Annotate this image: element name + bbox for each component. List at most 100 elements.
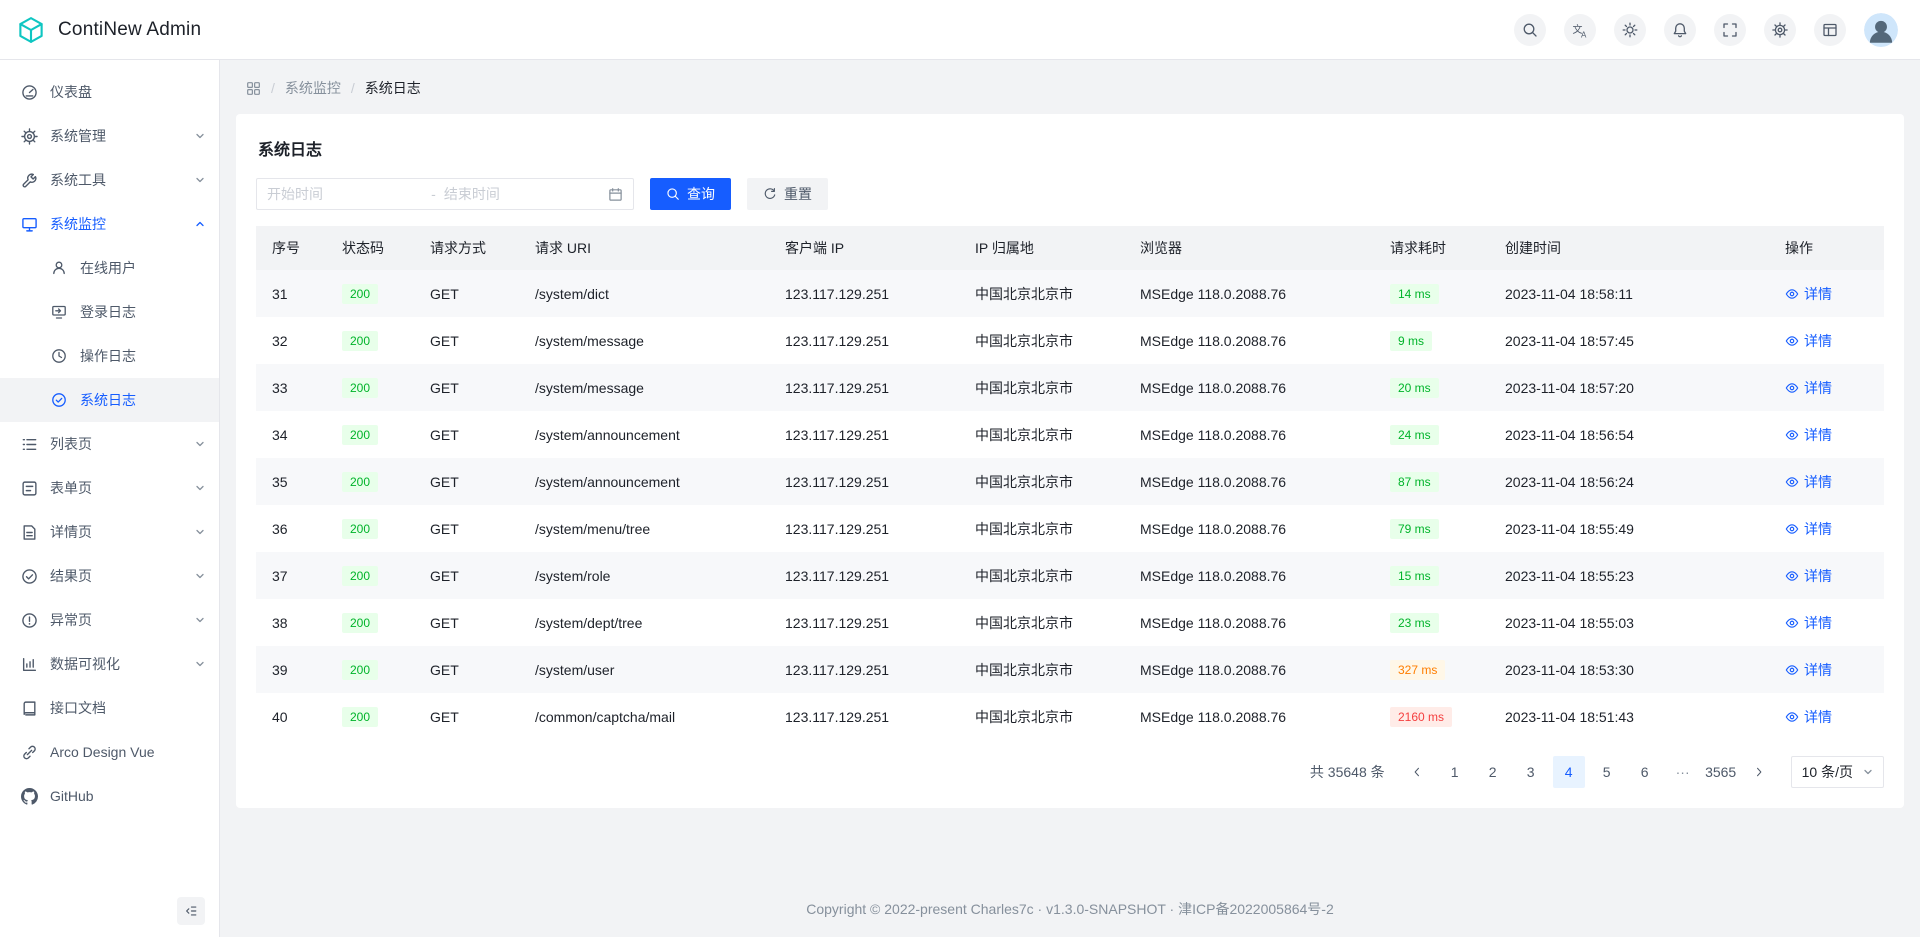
sidebar-item-login-logs[interactable]: 登录日志 [0, 290, 219, 334]
sidebar-item-label: 系统日志 [80, 390, 205, 410]
sidebar-item-list-page[interactable]: 列表页 [0, 422, 219, 466]
theme-toggle-button[interactable] [1614, 14, 1646, 46]
eye-icon [1785, 569, 1799, 583]
sidebar-item-system-logs[interactable]: 系统日志 [0, 378, 219, 422]
sidebar-menu: 仪表盘 系统管理 系统工具 系统监控 在线用户 [0, 70, 219, 818]
sidebar-item-label: 接口文档 [50, 698, 205, 718]
layout-button[interactable] [1814, 14, 1846, 46]
sidebar-item-api-docs[interactable]: 接口文档 [0, 686, 219, 730]
detail-link-label: 详情 [1804, 566, 1832, 586]
cell-uri: /system/dict [519, 270, 769, 317]
sidebar-collapse-button[interactable] [177, 897, 205, 925]
detail-link[interactable]: 详情 [1785, 660, 1832, 680]
settings-button[interactable] [1764, 14, 1796, 46]
detail-link[interactable]: 详情 [1785, 472, 1832, 492]
date-range-picker[interactable]: - [256, 178, 634, 210]
cell-actions: 详情 [1769, 505, 1884, 552]
fullscreen-button[interactable] [1714, 14, 1746, 46]
page-number-button[interactable]: 2 [1477, 756, 1509, 788]
detail-link[interactable]: 详情 [1785, 613, 1832, 633]
detail-link[interactable]: 详情 [1785, 707, 1832, 727]
sidebar-item-result-page[interactable]: 结果页 [0, 554, 219, 598]
end-time-input[interactable] [444, 186, 600, 202]
search-submit-button[interactable]: 查询 [650, 178, 731, 210]
prev-page-button[interactable] [1401, 756, 1433, 788]
sidebar-item-data-visualization[interactable]: 数据可视化 [0, 642, 219, 686]
detail-link[interactable]: 详情 [1785, 519, 1832, 539]
page-number-button[interactable]: 3565 [1705, 756, 1737, 788]
page-number-button[interactable]: 1 [1439, 756, 1471, 788]
sidebar-item-label: 详情页 [50, 522, 183, 542]
eye-icon [1785, 428, 1799, 442]
breadcrumb-item[interactable]: 系统监控 [285, 78, 341, 98]
detail-link-label: 详情 [1804, 425, 1832, 445]
next-page-button[interactable] [1743, 756, 1775, 788]
logo[interactable]: ContiNew Admin [16, 15, 201, 45]
sidebar-item-system-management[interactable]: 系统管理 [0, 114, 219, 158]
range-separator: - [431, 186, 436, 202]
sidebar-item-operation-logs[interactable]: 操作日志 [0, 334, 219, 378]
cell-actions: 详情 [1769, 270, 1884, 317]
sidebar-item-dashboard[interactable]: 仪表盘 [0, 70, 219, 114]
cell-browser: MSEdge 118.0.2088.76 [1124, 599, 1374, 646]
cell-created: 2023-11-04 18:58:11 [1489, 270, 1769, 317]
avatar[interactable] [1864, 13, 1898, 47]
sidebar-item-detail-page[interactable]: 详情页 [0, 510, 219, 554]
detail-link[interactable]: 详情 [1785, 378, 1832, 398]
sidebar-item-online-users[interactable]: 在线用户 [0, 246, 219, 290]
cell-actions: 详情 [1769, 599, 1884, 646]
cell-created: 2023-11-04 18:55:49 [1489, 505, 1769, 552]
cell-uri: /system/menu/tree [519, 505, 769, 552]
sidebar-item-arco-design-vue[interactable]: Arco Design Vue [0, 730, 219, 774]
detail-link[interactable]: 详情 [1785, 331, 1832, 351]
cell-status: 200 [326, 317, 414, 364]
page-size-value: 10 条/页 [1802, 762, 1853, 782]
breadcrumb-separator: / [271, 80, 275, 96]
sidebar-item-label: Arco Design Vue [50, 744, 205, 760]
pagination: 共 35648 条 1 2 3 4 5 [256, 756, 1884, 788]
detail-link[interactable]: 详情 [1785, 284, 1832, 304]
page-number-button[interactable]: 3 [1515, 756, 1547, 788]
detail-link[interactable]: 详情 [1785, 425, 1832, 445]
avatar-image [1864, 13, 1898, 47]
table-row: 34 200 GET /system/announcement 123.117.… [256, 411, 1884, 458]
sidebar-item-exception-page[interactable]: 异常页 [0, 598, 219, 642]
sun-icon [1622, 22, 1638, 38]
sidebar-item-system-tools[interactable]: 系统工具 [0, 158, 219, 202]
cell-no: 38 [256, 599, 326, 646]
github-icon [20, 787, 38, 805]
sidebar-item-label: 系统工具 [50, 170, 183, 190]
cell-elapsed: 24 ms [1374, 411, 1489, 458]
cell-actions: 详情 [1769, 411, 1884, 458]
page-number-button[interactable]: 5 [1591, 756, 1623, 788]
detail-link[interactable]: 详情 [1785, 566, 1832, 586]
cell-created: 2023-11-04 18:51:43 [1489, 693, 1769, 740]
eye-icon [1785, 475, 1799, 489]
cell-client-ip: 123.117.129.251 [769, 270, 959, 317]
search-button[interactable] [1514, 14, 1546, 46]
cell-elapsed: 20 ms [1374, 364, 1489, 411]
page-number-button[interactable]: 6 [1629, 756, 1661, 788]
page-size-select[interactable]: 10 条/页 [1791, 756, 1884, 788]
status-badge: 200 [342, 472, 378, 492]
notifications-button[interactable] [1664, 14, 1696, 46]
svg-text:A: A [1581, 30, 1587, 38]
sidebar-item-label: GitHub [50, 788, 205, 804]
login-log-icon [50, 303, 68, 321]
cell-actions: 详情 [1769, 458, 1884, 505]
cell-method: GET [414, 458, 519, 505]
translate-button[interactable]: 文A [1564, 14, 1596, 46]
start-time-input[interactable] [267, 186, 423, 202]
sidebar-item-form-page[interactable]: 表单页 [0, 466, 219, 510]
page-number-button[interactable]: ··· [1667, 756, 1699, 788]
elapsed-badge: 87 ms [1390, 472, 1439, 492]
reset-button[interactable]: 重置 [747, 178, 828, 210]
logo-icon [16, 15, 46, 45]
page-number-button[interactable]: 4 [1553, 756, 1585, 788]
sidebar-item-github[interactable]: GitHub [0, 774, 219, 818]
chevron-down-icon [195, 527, 205, 537]
cell-uri: /system/role [519, 552, 769, 599]
detail-link-label: 详情 [1804, 378, 1832, 398]
sidebar-item-system-monitor[interactable]: 系统监控 [0, 202, 219, 246]
cell-ip-region: 中国北京北京市 [959, 364, 1124, 411]
